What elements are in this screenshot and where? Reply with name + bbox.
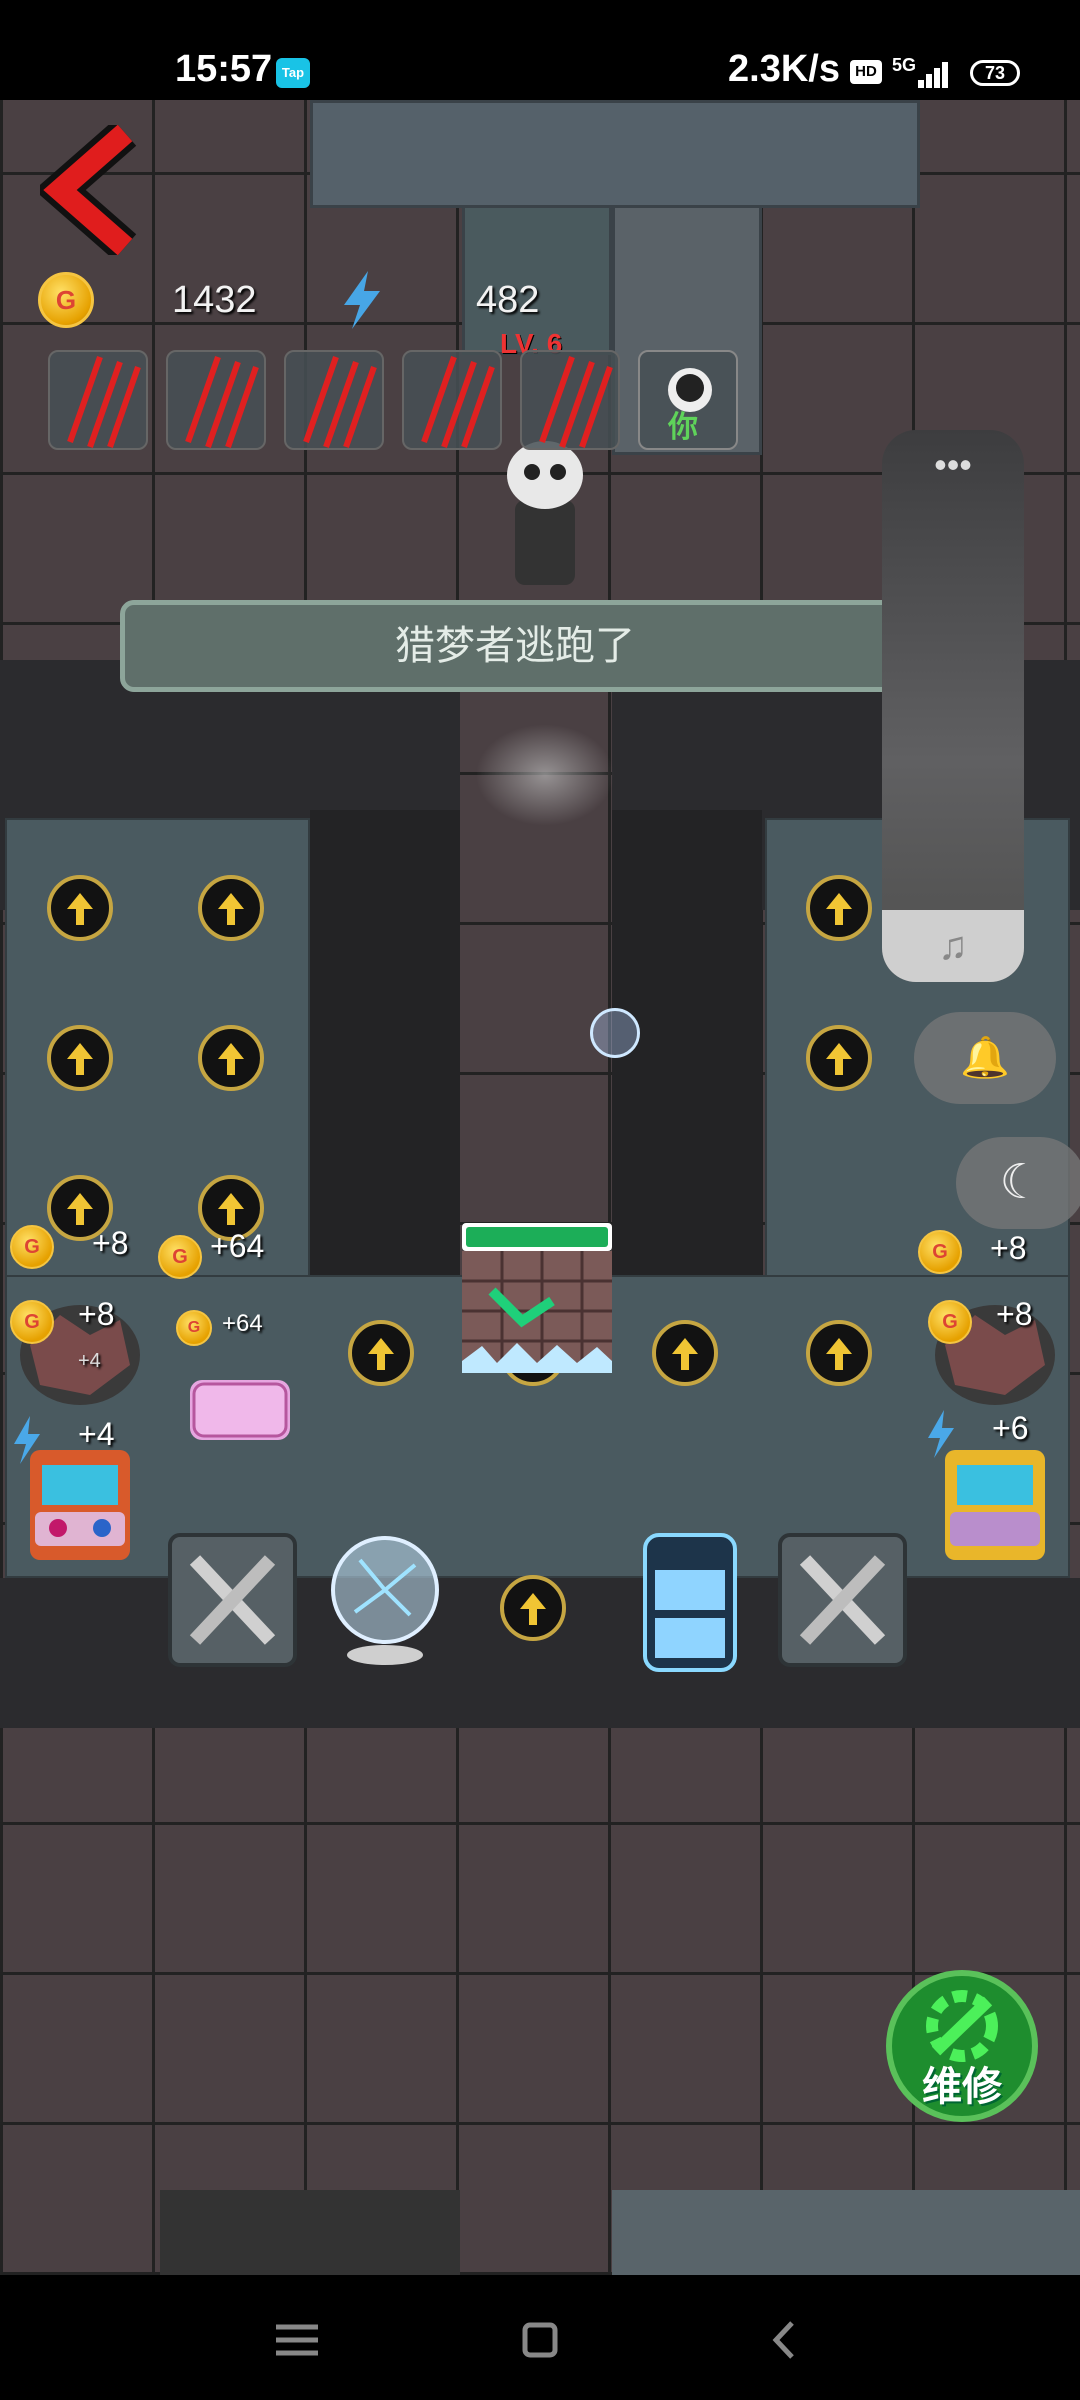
coin-icon: G	[158, 1235, 202, 1279]
coin-icon: G	[10, 1300, 54, 1344]
claw-mark-icon	[67, 356, 141, 448]
player-slot-clawed	[48, 350, 148, 450]
upgrade-arrow-icon[interactable]	[198, 875, 264, 941]
coin-icon: G	[10, 1225, 54, 1269]
bell-icon[interactable]: 🔔	[914, 1012, 1056, 1104]
player-slots: 你	[48, 350, 748, 460]
upgrade-arrow-icon[interactable]	[348, 1320, 414, 1386]
bed-icon[interactable]	[180, 1360, 300, 1460]
energy-badge: +4	[78, 1416, 115, 1452]
energy-badge: +6	[992, 1410, 1029, 1446]
energy-amount: 482	[476, 278, 540, 321]
income-badge: +8	[996, 1296, 1033, 1332]
repair-button[interactable]: 维修	[886, 1970, 1038, 2122]
upgrade-arrow-icon[interactable]	[47, 1025, 113, 1091]
clock: 15:57	[175, 48, 273, 90]
top-wall	[310, 100, 920, 208]
coin-icon: G	[918, 1230, 962, 1274]
plasma-ball-icon[interactable]	[320, 1530, 450, 1670]
signal-icon	[918, 60, 956, 88]
player-slot-clawed	[402, 350, 502, 450]
upgrade-arrow-icon[interactable]	[806, 1025, 872, 1091]
wrench-screwdriver-tools-icon[interactable]	[165, 1530, 300, 1670]
status-bar: 15:57 Tap 2.3K/s HD 5G 73	[0, 0, 1080, 100]
income-badge: +8	[990, 1230, 1027, 1266]
door-health-bar	[462, 1223, 612, 1251]
gold-coin-icon: G	[38, 272, 94, 328]
hd-icon: HD	[850, 60, 882, 84]
moon-icon[interactable]: ☾	[956, 1137, 1080, 1229]
energy-counter: 482	[340, 270, 539, 330]
wrench-screwdriver-tools-icon-2[interactable]	[775, 1530, 910, 1670]
player-slot-clawed	[166, 350, 266, 450]
upgrade-arrow-icon[interactable]	[47, 875, 113, 941]
network-type: 5G	[892, 55, 917, 75]
coin-icon: G	[176, 1310, 212, 1346]
home-icon[interactable]	[505, 2305, 575, 2375]
player-slot-you: 你	[638, 350, 738, 450]
dorm-door[interactable]	[462, 1223, 612, 1373]
back-icon[interactable]	[750, 2305, 820, 2375]
back-arrow-button[interactable]	[40, 125, 140, 255]
energy-bolt-icon	[14, 1416, 40, 1464]
arcade-machine-yellow-icon[interactable]	[935, 1440, 1055, 1565]
income-badge-small: +4	[78, 1350, 101, 1372]
coin-amount: 1432	[172, 278, 257, 321]
brick-door-icon	[462, 1251, 612, 1373]
music-note-icon[interactable]: ♫	[882, 910, 1024, 982]
income-badge: +8	[92, 1225, 129, 1261]
repair-button-label: 维修	[922, 2065, 1002, 2109]
claw-mark-icon	[303, 356, 377, 448]
network-speed: 2.3K/s	[728, 48, 840, 90]
upgrade-arrow-icon[interactable]	[806, 1320, 872, 1386]
floating-volume-panel[interactable]: ••• ♫	[882, 430, 1024, 982]
claw-mark-icon	[539, 356, 613, 448]
menu-icon[interactable]	[262, 2305, 332, 2375]
claw-mark-icon	[421, 356, 495, 448]
coin-counter: G 1432	[38, 270, 257, 330]
upgrade-arrow-icon[interactable]	[806, 875, 872, 941]
lower-room-left	[160, 2190, 460, 2275]
claw-mark-icon	[185, 356, 259, 448]
more-options-icon[interactable]: •••	[882, 444, 1024, 486]
battery-icon: 73	[970, 60, 1020, 86]
upgrade-arrow-icon[interactable]	[198, 1025, 264, 1091]
taptap-notification-icon: Tap	[276, 58, 310, 88]
lower-room-right	[612, 2190, 1080, 2275]
bubble-effect	[590, 1008, 640, 1058]
player-slot-clawed	[520, 350, 620, 450]
income-badge: +64	[210, 1228, 265, 1264]
energy-bolt-icon	[928, 1410, 954, 1458]
coin-icon: G	[928, 1300, 972, 1344]
you-label: 你	[668, 411, 698, 444]
ice-fridge-icon[interactable]	[640, 1530, 740, 1675]
smoke-effect	[470, 720, 620, 830]
income-badge-small: +64	[222, 1310, 263, 1337]
player-slot-clawed	[284, 350, 384, 450]
system-nav-bar	[0, 2275, 1080, 2400]
income-badge: +8	[78, 1296, 115, 1332]
lightning-icon	[344, 271, 380, 329]
upgrade-arrow-icon[interactable]	[652, 1320, 718, 1386]
notification-toast: 猎梦者逃跑了	[120, 600, 910, 692]
upgrade-arrow-icon[interactable]	[500, 1575, 566, 1641]
